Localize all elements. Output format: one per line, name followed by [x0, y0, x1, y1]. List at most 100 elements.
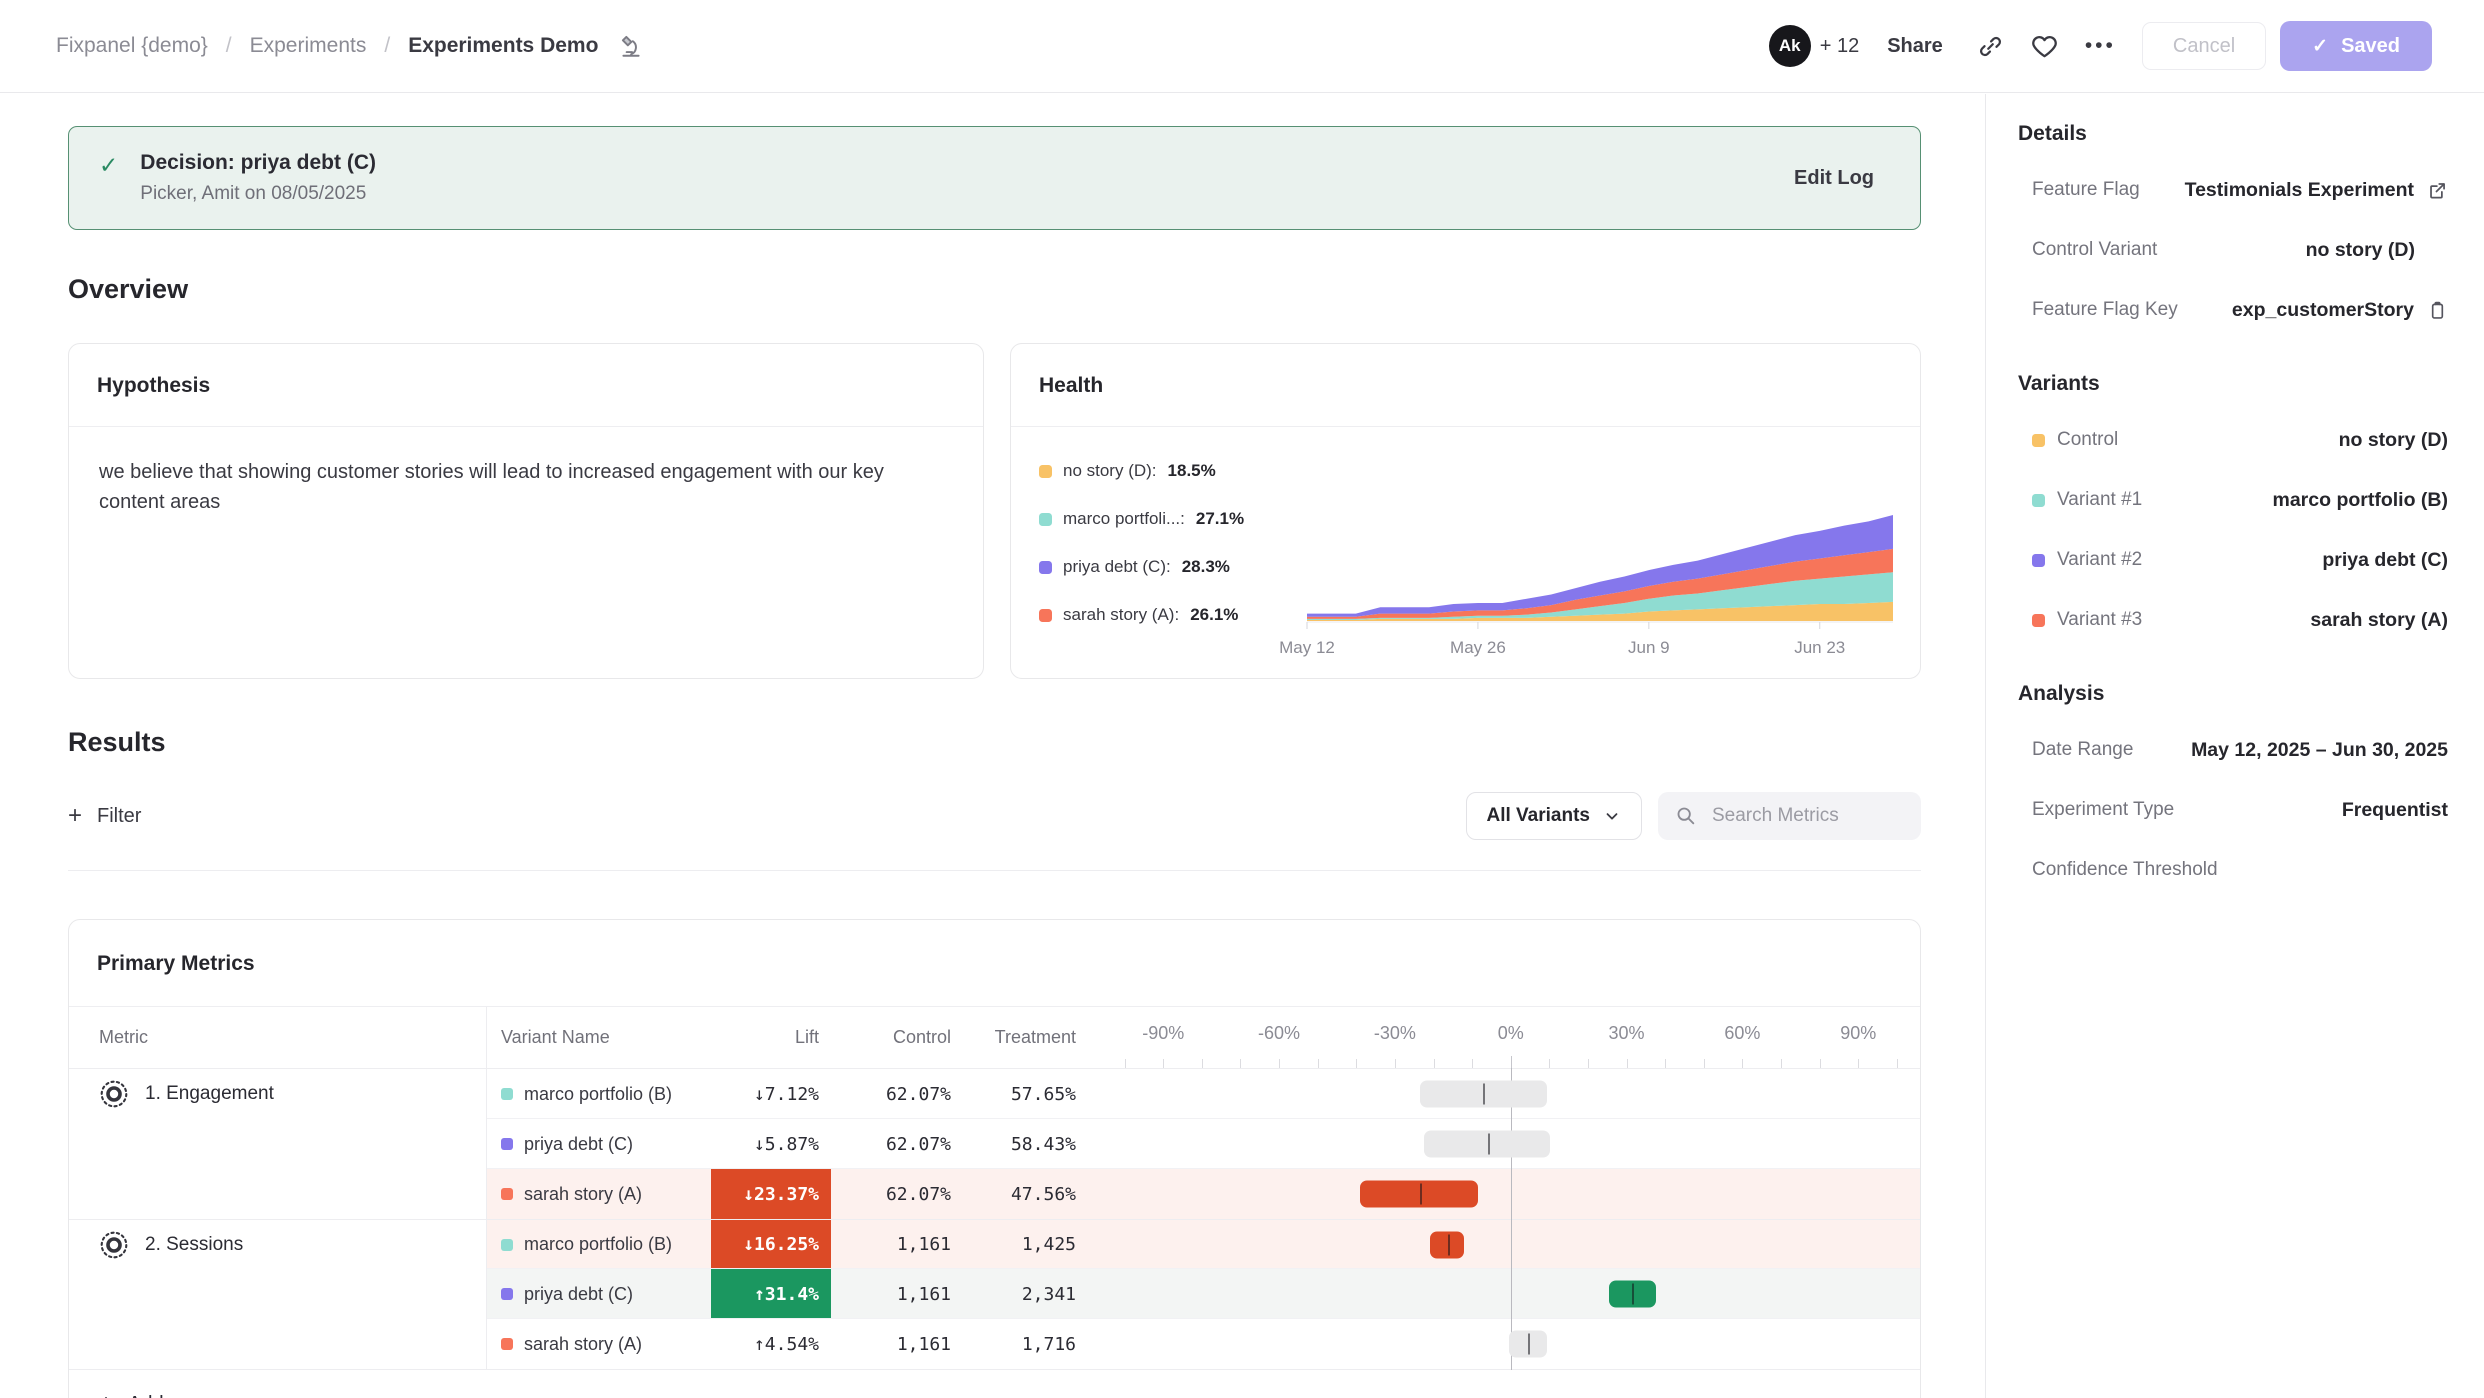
axis-tick-label: 30%: [1609, 1023, 1645, 1044]
plus-icon: +: [68, 804, 82, 828]
health-body: no story (D): 18.5% marco portfoli...: 2…: [1011, 427, 1920, 673]
variant-swatch: [2032, 434, 2045, 447]
axis-tick-mark: [1279, 1059, 1280, 1068]
legend-swatch: [1039, 465, 1052, 478]
metric-row[interactable]: 2. Sessionsmarco portfolio (B)↓16.25%1,1…: [69, 1219, 1920, 1269]
variants-heading: Variants: [2018, 372, 2448, 396]
health-axis-tick-label: Jun 9: [1628, 638, 1670, 657]
lift-marker: [1488, 1134, 1490, 1155]
breadcrumb-current-page: Experiments Demo: [408, 34, 598, 58]
breadcrumb-project[interactable]: Fixpanel {demo}: [56, 34, 208, 58]
feature-flag-key: exp_customerStory: [2232, 299, 2448, 322]
analysis-section: Analysis Date Range May 12, 2025 – Jun 3…: [2018, 682, 2448, 882]
axis-tick-label: 60%: [1724, 1023, 1760, 1044]
treatment-value-cell: 47.56%: [961, 1169, 1086, 1219]
legend-swatch: [1039, 513, 1052, 526]
treatment-value: 1,425: [1022, 1234, 1076, 1255]
lift-value-cell: ↓5.87%: [711, 1119, 831, 1169]
axis-tick-mark: [1472, 1059, 1473, 1068]
axis-tick-label: -60%: [1258, 1023, 1300, 1044]
main-content: ✓ Decision: priya debt (C) Picker, Amit …: [0, 94, 1985, 1398]
legend-value: 27.1%: [1196, 509, 1244, 529]
metric-row-data: sarah story (A)↓23.37%62.07%47.56%: [487, 1169, 1920, 1219]
check-icon: ✓: [2312, 35, 2328, 58]
metric-row-data: priya debt (C)↑31.4%1,1612,341: [487, 1269, 1920, 1319]
treatment-value-cell: 2,341: [961, 1269, 1086, 1319]
confidence-interval-bar: [1360, 1181, 1478, 1208]
column-header-control: Control: [831, 1007, 961, 1068]
variant-swatch: [501, 1188, 513, 1200]
primary-metrics-title: Primary Metrics: [69, 920, 1920, 1007]
lift-value-cell: ↑4.54%: [711, 1319, 831, 1369]
axis-tick-label: 90%: [1840, 1023, 1876, 1044]
avatar[interactable]: Ak: [1769, 25, 1811, 67]
clipboard-icon[interactable]: [2427, 300, 2448, 321]
chevron-down-icon: [1603, 807, 1621, 825]
legend-label: no story (D):: [1063, 461, 1157, 481]
legend-item: marco portfoli...: 27.1%: [1039, 509, 1301, 529]
breadcrumb-experiments[interactable]: Experiments: [250, 34, 367, 58]
feature-flag-link[interactable]: Testimonials Experiment: [2185, 179, 2448, 202]
health-legend: no story (D): 18.5% marco portfoli...: 2…: [1039, 435, 1301, 673]
metric-row-data: marco portfolio (B)↓7.12%62.07%57.65%: [487, 1069, 1920, 1119]
metric-cell: [69, 1269, 487, 1319]
metric-name: 2. Sessions: [145, 1234, 243, 1256]
axis-tick-mark: [1781, 1059, 1782, 1068]
copy-link-icon[interactable]: [1977, 33, 2004, 60]
search-metrics-box: [1658, 792, 1921, 840]
lift-marker: [1448, 1234, 1450, 1255]
axis-tick-label: -90%: [1142, 1023, 1184, 1044]
axis-tick-label: 0%: [1498, 1023, 1524, 1044]
variant-row-1: Variant #1 marco portfolio (B): [2018, 488, 2448, 512]
control-value-cell: 1,161: [831, 1220, 961, 1269]
control-value: 62.07%: [886, 1184, 951, 1205]
legend-label: priya debt (C):: [1063, 557, 1171, 577]
variants-dropdown[interactable]: All Variants: [1466, 792, 1643, 840]
axis-tick-mark: [1588, 1059, 1589, 1068]
results-controls: + Filter All Variants: [68, 792, 1921, 840]
filter-label: Filter: [97, 805, 141, 828]
edit-log-button[interactable]: Edit Log: [1788, 166, 1880, 191]
add-filter-button[interactable]: + Filter: [68, 804, 141, 828]
search-metrics-input[interactable]: [1710, 804, 1900, 828]
breadcrumb-separator: /: [226, 34, 232, 58]
results-heading: Results: [68, 727, 1921, 758]
add-metric-button[interactable]: + Add: [69, 1369, 1920, 1398]
details-sidebar: Details Feature Flag Testimonials Experi…: [1985, 94, 2484, 1398]
metric-row[interactable]: sarah story (A)↑4.54%1,1611,716: [69, 1319, 1920, 1369]
top-bar: Fixpanel {demo} / Experiments / Experime…: [0, 0, 2484, 93]
lift-value-cell: ↑31.4%: [711, 1269, 831, 1319]
variants-section: Variants Control no story (D) Variant #1…: [2018, 372, 2448, 632]
metric-row[interactable]: sarah story (A)↓23.37%62.07%47.56%: [69, 1169, 1920, 1219]
more-options-icon[interactable]: •••: [2085, 34, 2116, 58]
hypothesis-card: Hypothesis we believe that showing custo…: [68, 343, 984, 679]
variant-cell: priya debt (C): [487, 1119, 711, 1169]
metric-cell: [69, 1119, 487, 1169]
metric-row[interactable]: 1. Engagementmarco portfolio (B)↓7.12%62…: [69, 1069, 1920, 1119]
detail-value: Testimonials Experiment: [2185, 179, 2414, 202]
share-button[interactable]: Share: [1881, 34, 1949, 59]
health-axis-tick-label: Jun 23: [1794, 638, 1845, 657]
health-chart-svg: May 12May 26Jun 9Jun 23: [1307, 441, 1897, 655]
variant-row-2: Variant #2 priya debt (C): [2018, 548, 2448, 572]
metric-row[interactable]: priya debt (C)↑31.4%1,1612,341: [69, 1269, 1920, 1319]
control-value-cell: 62.07%: [831, 1169, 961, 1219]
legend-value: 28.3%: [1182, 557, 1230, 577]
metric-row[interactable]: priya debt (C)↓5.87%62.07%58.43%: [69, 1119, 1920, 1169]
axis-tick-mark: [1240, 1059, 1241, 1068]
external-link-icon[interactable]: [2427, 180, 2448, 201]
legend-item: no story (D): 18.5%: [1039, 461, 1301, 481]
lift-marker: [1528, 1334, 1530, 1355]
axis-tick-label: -30%: [1374, 1023, 1416, 1044]
variant-name: marco portfolio (B): [524, 1234, 672, 1255]
treatment-value: 1,716: [1022, 1334, 1076, 1355]
collaborators[interactable]: Ak + 12: [1769, 25, 1859, 67]
favorite-heart-icon[interactable]: [2030, 32, 2059, 61]
lift-value: ↓23.37%: [743, 1184, 819, 1205]
variant-value: priya debt (C): [2322, 549, 2448, 572]
saved-button[interactable]: ✓ Saved: [2280, 21, 2432, 71]
breadcrumb-separator: /: [384, 34, 390, 58]
legend-value: 26.1%: [1190, 605, 1238, 625]
variants-dropdown-value: All Variants: [1487, 805, 1591, 827]
cancel-button[interactable]: Cancel: [2142, 22, 2266, 70]
